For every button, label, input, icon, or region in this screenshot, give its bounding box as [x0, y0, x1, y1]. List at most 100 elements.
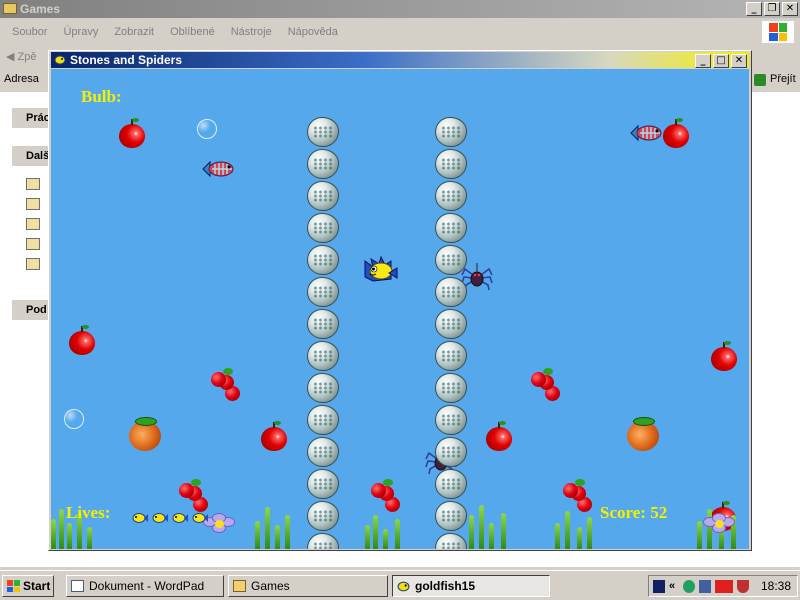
stone: [307, 149, 339, 179]
stone: [435, 437, 467, 467]
computer-icon[interactable]: [26, 178, 40, 190]
enemy-fish: [630, 124, 662, 142]
cherries: [531, 368, 563, 402]
globe-icon[interactable]: [26, 258, 40, 270]
stone: [435, 149, 467, 179]
explorer-title-bar[interactable]: Games _ ❐ ✕: [0, 0, 800, 18]
bulb-label: Bulb:: [81, 87, 122, 106]
task-games[interactable]: Games: [228, 575, 388, 597]
stone: [307, 117, 339, 147]
stone: [435, 277, 467, 307]
stone: [307, 277, 339, 307]
task-label: Dokument - WordPad: [89, 579, 205, 593]
menu-napoveda[interactable]: Nápověda: [280, 26, 346, 38]
stone: [307, 213, 339, 243]
display-icon[interactable]: [699, 580, 711, 593]
shield-icon[interactable]: [737, 580, 749, 593]
player-goldfish: [364, 255, 398, 282]
side-section-other[interactable]: Dalš: [12, 146, 50, 166]
stone: [435, 533, 467, 549]
stone: [435, 469, 467, 499]
folder-icon: [233, 580, 246, 592]
system-tray: « 18:38: [648, 575, 798, 597]
menu-oblibene[interactable]: Oblíbené: [162, 26, 223, 38]
lives-label: Lives:: [66, 503, 111, 522]
taskbar: Start Dokument - WordPad Games goldfish1…: [0, 570, 800, 600]
menu-soubor[interactable]: Soubor: [4, 26, 55, 38]
side-section-tasks[interactable]: Prác: [12, 108, 50, 128]
minimize-button[interactable]: _: [746, 2, 762, 16]
seaweed: [251, 505, 301, 549]
folder-icon[interactable]: [26, 218, 40, 230]
restore-button[interactable]: ❐: [764, 2, 780, 16]
stone: [307, 245, 339, 275]
stone: [435, 117, 467, 147]
bubble: [197, 119, 217, 139]
back-button[interactable]: ◀ Zpě: [6, 50, 36, 63]
bubble: [64, 409, 84, 429]
apple: [119, 118, 145, 148]
ati-icon[interactable]: [715, 580, 733, 593]
stone: [435, 245, 467, 275]
life-goldfish-icon: [152, 513, 168, 523]
stone: [435, 501, 467, 531]
stone: [307, 341, 339, 371]
flower: [703, 513, 737, 535]
task-wordpad[interactable]: Dokument - WordPad: [66, 575, 224, 597]
stone: [307, 405, 339, 435]
stone: [307, 373, 339, 403]
explorer-title: Games: [20, 2, 61, 16]
chevron-left-icon[interactable]: «: [669, 580, 681, 593]
wordpad-icon: [71, 580, 84, 592]
menu-upravy[interactable]: Úpravy: [55, 26, 106, 38]
peach: [627, 417, 659, 451]
stone: [435, 373, 467, 403]
enemy-fish: [202, 160, 234, 178]
stone: [435, 405, 467, 435]
minimize-button[interactable]: _: [695, 54, 711, 68]
side-section-details[interactable]: Pod: [12, 300, 50, 320]
go-button[interactable]: Přejít: [754, 72, 798, 89]
go-label: Přejít: [770, 73, 796, 85]
seaweed: [551, 505, 601, 549]
stone: [435, 181, 467, 211]
life-goldfish-icon: [172, 513, 188, 523]
explorer-window-controls: _ ❐ ✕: [746, 2, 798, 16]
seaweed: [361, 505, 411, 549]
menu-nastroje[interactable]: Nástroje: [223, 26, 280, 38]
goldfish-icon: [54, 55, 66, 65]
close-button[interactable]: ✕: [782, 2, 798, 16]
task-label: Games: [251, 579, 290, 593]
seaweed: [465, 505, 515, 549]
score-label: Score: 52: [600, 503, 668, 522]
apple: [486, 421, 512, 451]
game-playfield[interactable]: Bulb: Lives: Score: 52: [51, 69, 749, 549]
start-button[interactable]: Start: [2, 575, 54, 597]
stone: [307, 533, 339, 549]
task-goldfish15[interactable]: goldfish15: [392, 575, 550, 597]
game-title-bar[interactable]: Stones and Spiders _ □ ✕: [51, 52, 749, 68]
network-places-icon[interactable]: [26, 238, 40, 250]
apple: [663, 118, 689, 148]
close-button[interactable]: ✕: [731, 54, 747, 68]
cherries: [211, 368, 243, 402]
stone: [307, 437, 339, 467]
menu-zobrazit[interactable]: Zobrazit: [106, 26, 162, 38]
peach: [129, 417, 161, 451]
explorer-menu-bar: Soubor Úpravy Zobrazit Oblíbené Nástroje…: [0, 19, 800, 45]
back-label: Zpě: [17, 51, 37, 63]
apple: [69, 325, 95, 355]
maximize-button[interactable]: □: [713, 54, 729, 68]
documents-icon[interactable]: [26, 198, 40, 210]
game-title: Stones and Spiders: [70, 53, 183, 67]
cs-icon[interactable]: [653, 580, 665, 593]
stone: [307, 309, 339, 339]
network-icon[interactable]: [683, 580, 695, 593]
start-label: Start: [23, 579, 51, 593]
goldfish-icon: [397, 581, 410, 592]
life-goldfish-icon: [132, 513, 148, 523]
lives-indicator: [131, 511, 231, 527]
address-label: Adresa: [4, 73, 39, 85]
apple: [711, 341, 737, 371]
windows-logo-icon: [762, 21, 794, 43]
